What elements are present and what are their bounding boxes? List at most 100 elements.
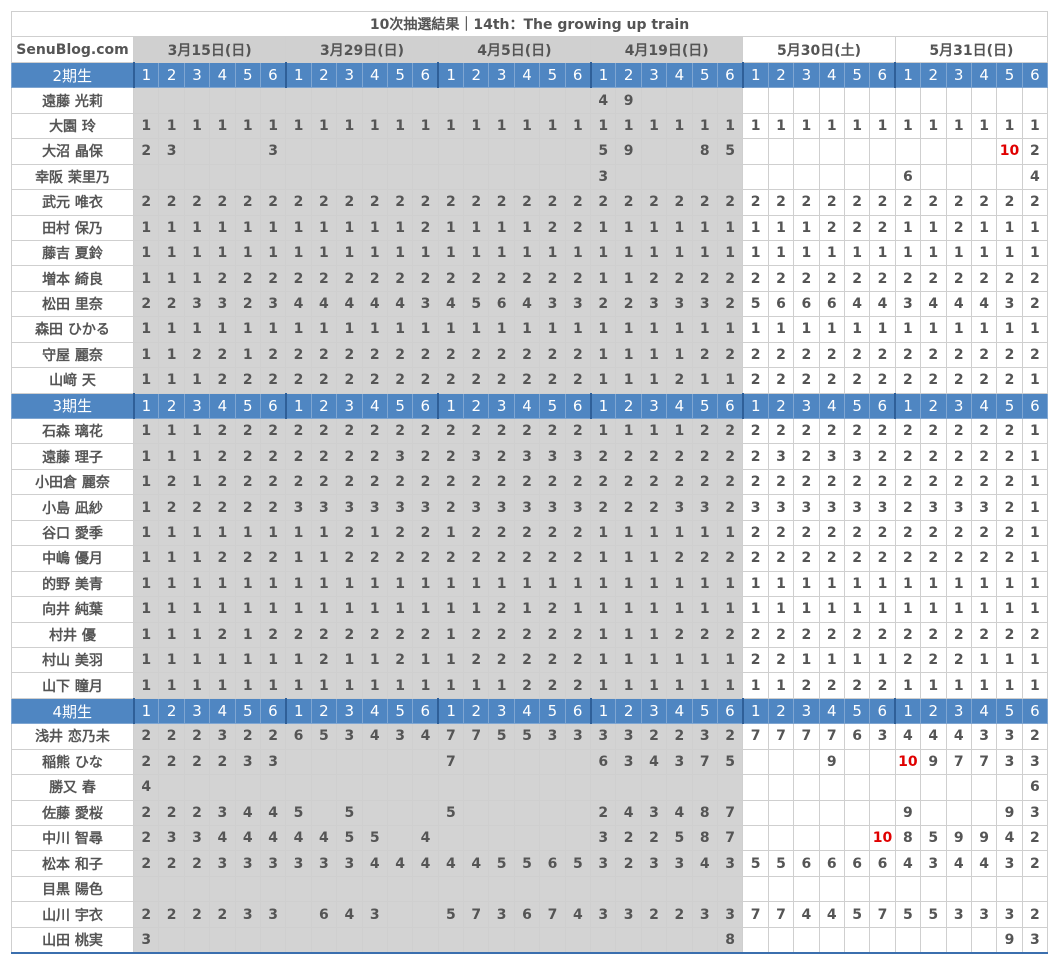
- result-cell: 1: [158, 570, 185, 598]
- result-cell: 4: [234, 799, 261, 827]
- result-cell: 8: [691, 138, 718, 165]
- result-cell: 9: [615, 138, 642, 165]
- member-name: 中川 智尋: [11, 824, 134, 852]
- result-cell: 2: [259, 367, 287, 394]
- result-cell: [742, 87, 769, 114]
- result-cell: 8: [691, 799, 718, 827]
- result-cell: 1: [437, 239, 465, 267]
- result-cell: 1: [666, 112, 693, 140]
- result-cell: 2: [463, 545, 490, 572]
- result-cell: [310, 748, 338, 776]
- result-cell: 1: [666, 214, 693, 241]
- result-cell: 3: [920, 494, 947, 521]
- result-cell: 5: [513, 723, 541, 750]
- result-cell: 4: [285, 290, 312, 318]
- result-cell: [615, 875, 642, 903]
- result-cell: 5: [488, 850, 515, 877]
- date-header: 3月15日(日): [132, 36, 287, 63]
- result-cell: [590, 875, 617, 903]
- result-cell: 2: [361, 341, 388, 369]
- result-cell: 1: [716, 112, 744, 140]
- result-cell: [539, 87, 566, 114]
- result-cell: 2: [259, 723, 287, 750]
- result-cell: [539, 926, 566, 955]
- result-cell: [259, 87, 287, 114]
- result-cell: 8: [894, 824, 922, 852]
- result-cell: [843, 138, 871, 165]
- part-number: 6: [564, 61, 592, 89]
- result-cell: 1: [132, 367, 160, 394]
- result-cell: [463, 875, 490, 903]
- result-cell: 1: [209, 214, 236, 241]
- result-cell: 1: [285, 570, 312, 598]
- result-cell: 1: [767, 672, 795, 699]
- result-cell: 2: [996, 265, 1023, 292]
- result-cell: [793, 163, 820, 191]
- result-cell: 3: [615, 748, 642, 776]
- result-cell: 3: [285, 850, 312, 877]
- result-cell: 1: [463, 316, 490, 343]
- part-number: 2: [767, 392, 795, 420]
- result-cell: 2: [361, 468, 388, 496]
- result-cell: [793, 138, 820, 165]
- result-cell: 4: [894, 723, 922, 750]
- result-cell: 2: [158, 901, 185, 928]
- result-cell: 2: [564, 468, 592, 496]
- result-cell: 3: [564, 723, 592, 750]
- result-cell: 2: [183, 850, 211, 877]
- result-cell: 1: [590, 265, 617, 292]
- result-cell: [463, 138, 490, 165]
- result-cell: 2: [793, 367, 820, 394]
- result-cell: 4: [590, 87, 617, 114]
- result-cell: 2: [996, 468, 1023, 496]
- result-cell: 2: [590, 494, 617, 521]
- member-name: 村山 美羽: [11, 646, 134, 674]
- result-cell: [691, 926, 718, 955]
- result-cell: 4: [818, 901, 845, 928]
- result-cell: [945, 799, 972, 827]
- result-cell: 2: [1021, 723, 1049, 750]
- result-cell: 2: [336, 443, 363, 470]
- part-number: 5: [234, 392, 261, 420]
- result-cell: 4: [666, 799, 693, 827]
- result-cell: 2: [412, 367, 439, 394]
- member-name: 松田 里奈: [11, 290, 134, 318]
- result-cell: [209, 774, 236, 801]
- result-cell: 2: [285, 367, 312, 394]
- result-cell: 1: [132, 672, 160, 699]
- result-cell: 3: [336, 494, 363, 521]
- result-cell: 4: [843, 290, 871, 318]
- result-cell: 1: [716, 214, 744, 241]
- result-cell: 5: [564, 850, 592, 877]
- result-cell: 2: [183, 799, 211, 827]
- result-cell: [640, 138, 668, 165]
- result-cell: 1: [158, 214, 185, 241]
- part-number: 3: [336, 697, 363, 725]
- result-cell: 1: [615, 596, 642, 623]
- result-cell: 1: [640, 341, 668, 369]
- result-cell: 1: [132, 341, 160, 369]
- result-cell: 2: [513, 519, 541, 547]
- result-cell: [818, 163, 845, 191]
- part-number: 2: [615, 697, 642, 725]
- result-cell: 2: [818, 672, 845, 699]
- result-cell: 1: [869, 570, 896, 598]
- result-cell: 1: [590, 112, 617, 140]
- result-cell: 2: [513, 621, 541, 648]
- result-cell: 3: [310, 494, 338, 521]
- result-cell: 2: [869, 519, 896, 547]
- result-cell: 2: [539, 621, 566, 648]
- result-cell: [742, 824, 769, 852]
- result-cell: 2: [843, 367, 871, 394]
- result-cell: 2: [488, 367, 515, 394]
- result-cell: [742, 163, 769, 191]
- result-cell: [386, 748, 414, 776]
- part-number: 4: [361, 392, 388, 420]
- result-cell: 1: [437, 316, 465, 343]
- result-cell: 5: [716, 748, 744, 776]
- result-cell: 1: [716, 570, 744, 598]
- result-cell: 1: [183, 672, 211, 699]
- result-cell: [793, 774, 820, 801]
- result-cell: 1: [869, 646, 896, 674]
- member-name: 目黒 陽色: [11, 875, 134, 903]
